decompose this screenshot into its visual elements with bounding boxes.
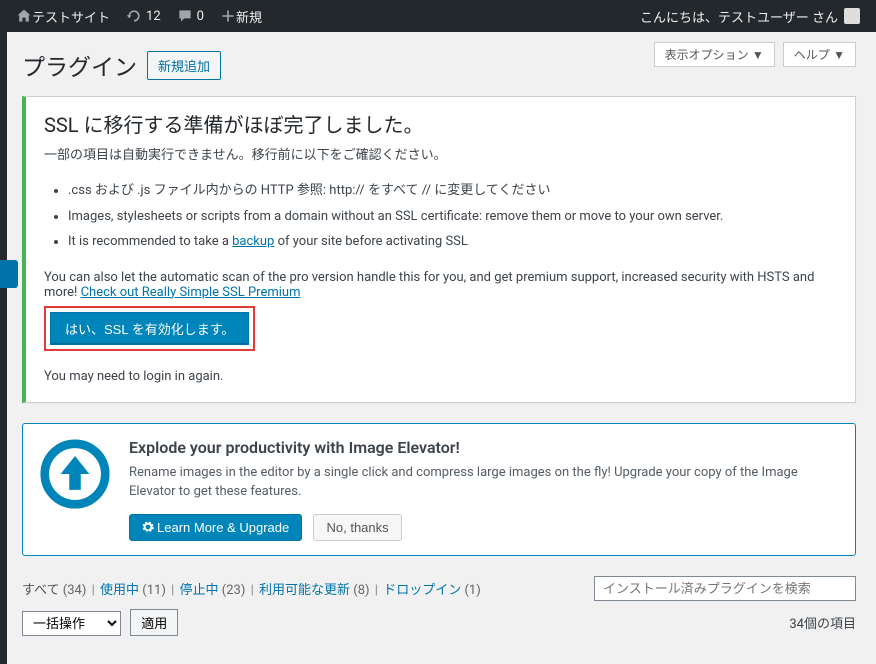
arrow-up-circle-icon: [39, 438, 111, 510]
site-link[interactable]: テストサイト: [8, 7, 118, 26]
ssl-relogin-note: You may need to login in again.: [44, 369, 837, 384]
list-item: It is recommended to take a backup of yo…: [68, 232, 837, 252]
new-content-link[interactable]: 新規: [212, 7, 270, 26]
item-count: 34個の項目: [789, 613, 856, 632]
admin-toolbar: テストサイト 12 0 新規 こんにちは、テストユーザー さん: [0, 0, 876, 32]
ssl-notice-subtext: 一部の項目は自動実行できません。移行前に以下をご確認ください。: [44, 144, 837, 163]
gear-icon: [142, 521, 154, 533]
updates-link[interactable]: 12: [118, 8, 169, 24]
greeting: こんにちは、テストユーザー さん: [640, 7, 838, 26]
new-label: 新規: [236, 7, 262, 26]
no-thanks-button[interactable]: No, thanks: [313, 514, 401, 541]
page-title: プラグイン: [22, 48, 137, 82]
site-name: テストサイト: [32, 7, 110, 26]
backup-link[interactable]: backup: [232, 234, 274, 249]
promo-icon-wrap: [39, 438, 111, 541]
screen-options-button[interactable]: 表示オプション ▼: [654, 42, 775, 67]
list-item: Images, stylesheets or scripts from a do…: [68, 207, 837, 227]
updates-count: 12: [146, 9, 161, 24]
avatar: [844, 8, 860, 24]
ssl-activate-highlight: はい、SSL を有効化します。: [44, 306, 255, 351]
comments-count: 0: [197, 9, 204, 24]
promo-panel: Explode your productivity with Image Ele…: [22, 423, 856, 556]
ssl-notice-heading: SSL に移行する準備がほぼ完了しました。: [44, 109, 837, 138]
promo-heading: Explode your productivity with Image Ele…: [129, 438, 839, 457]
filter-active[interactable]: 使用中 (11): [100, 583, 166, 598]
apply-button[interactable]: 適用: [130, 609, 178, 636]
account-link[interactable]: こんにちは、テストユーザー さん: [632, 7, 868, 26]
learn-more-button[interactable]: Learn More & Upgrade: [129, 514, 302, 541]
collapse-menu-button[interactable]: [0, 260, 18, 288]
filter-dropins[interactable]: ドロップイン (1): [383, 583, 481, 598]
ssl-pro-text: You can also let the automatic scan of t…: [44, 270, 837, 300]
help-button[interactable]: ヘルプ ▼: [783, 42, 856, 67]
comment-icon: [177, 8, 193, 24]
comments-link[interactable]: 0: [169, 8, 212, 24]
ssl-premium-link[interactable]: Check out Really Simple SSL Premium: [81, 285, 301, 300]
refresh-icon: [126, 8, 142, 24]
ssl-notice-list: .css および .js ファイル内からの HTTP 参照: http:// を…: [68, 181, 837, 252]
search-input[interactable]: [594, 576, 856, 601]
add-new-plugin-button[interactable]: 新規追加: [147, 51, 221, 80]
plus-icon: [220, 8, 236, 24]
ssl-notice: SSL に移行する準備がほぼ完了しました。 一部の項目は自動実行できません。移行…: [22, 96, 856, 403]
admin-sidebar-edge: [0, 32, 7, 664]
activate-ssl-button[interactable]: はい、SSL を有効化します。: [50, 312, 249, 345]
filter-updates[interactable]: 利用可能な更新 (8): [259, 583, 370, 598]
home-icon: [16, 8, 32, 24]
list-item: .css および .js ファイル内からの HTTP 参照: http:// を…: [68, 181, 837, 201]
bulk-action-select[interactable]: 一括操作: [22, 611, 121, 636]
filter-links: すべて (34) | 使用中 (11) | 停止中 (23) | 利用可能な更新…: [22, 579, 481, 598]
promo-text: Rename images in the editor by a single …: [129, 463, 839, 502]
filter-inactive[interactable]: 停止中 (23): [180, 583, 246, 598]
filter-all[interactable]: すべて (34): [22, 583, 86, 598]
